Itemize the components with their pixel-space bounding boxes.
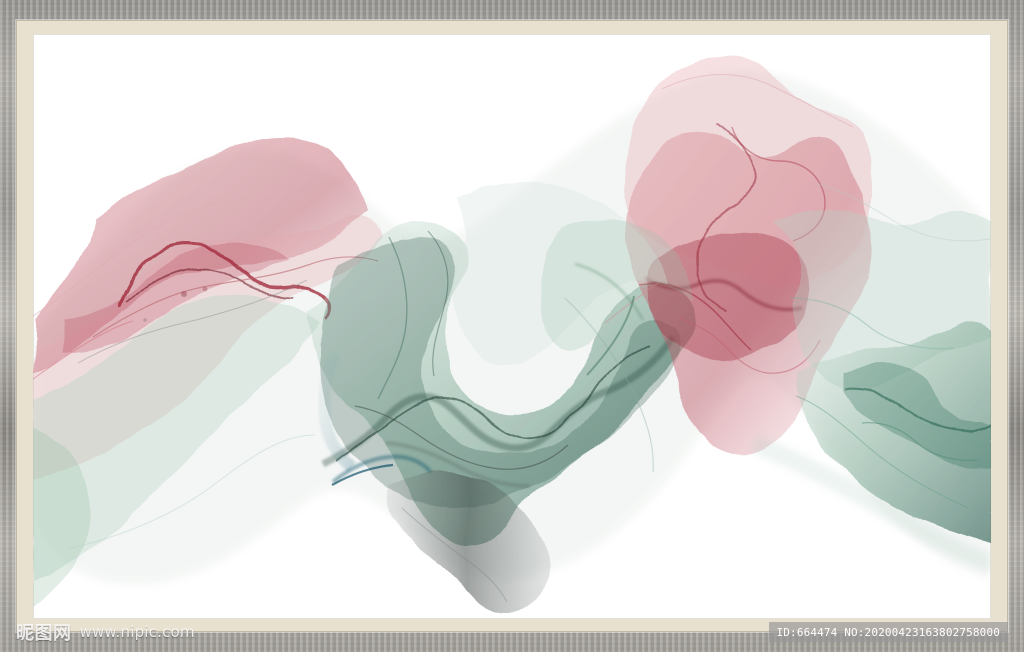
ink-artwork	[33, 54, 991, 614]
art-canvas	[33, 34, 991, 619]
image-id-watermark: ID:664474 NO:20200423163802758000	[768, 622, 1008, 642]
nipic-logo-text: 昵图网	[16, 623, 72, 644]
nipic-watermark: 昵图网 www.nipic.com	[16, 620, 195, 644]
nipic-site-text: www.nipic.com	[79, 623, 195, 641]
